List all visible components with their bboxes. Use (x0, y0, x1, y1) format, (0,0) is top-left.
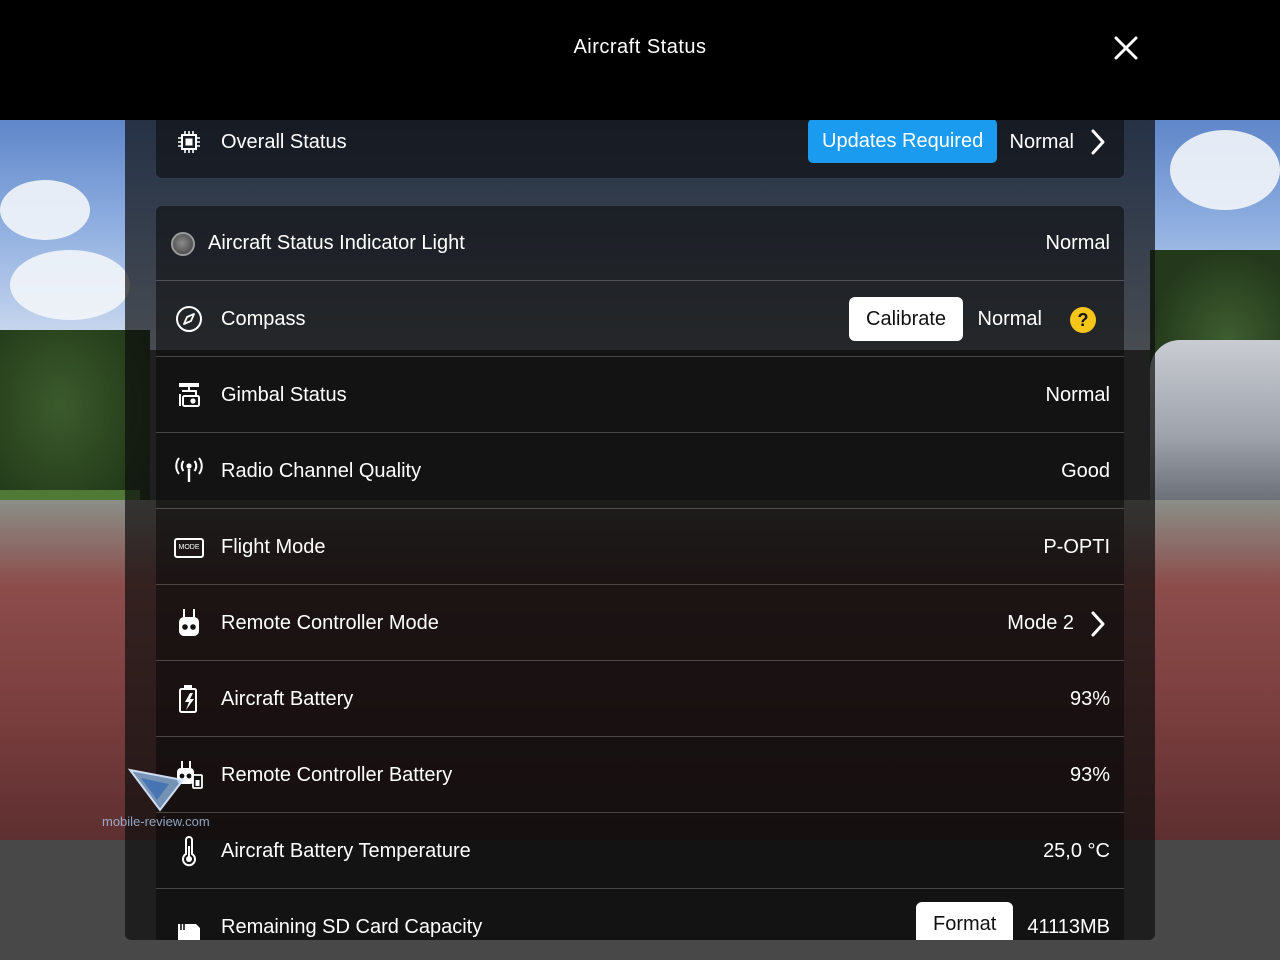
compass-label: Compass (221, 308, 306, 330)
gimbal-label: Gimbal Status (221, 384, 347, 406)
rc-mode-value: Mode 2 (1007, 612, 1074, 634)
updates-required-button[interactable]: Updates Required (808, 119, 998, 163)
header-bar: Aircraft Status (0, 0, 1280, 120)
sd-card-value: 41113MB (1027, 916, 1110, 938)
compass-value: Normal (977, 308, 1042, 330)
list-item-aircraft-battery: Aircraft Battery 93% (156, 662, 1124, 737)
cloud (0, 180, 90, 240)
list-item-sd-card: Remaining SD Card Capacity Format 41113M… (156, 890, 1124, 940)
overall-status-label: Overall Status (221, 131, 347, 153)
watermark-text: mobile-review.com (102, 814, 210, 829)
list-item-flight-mode: MODE Flight Mode P-OPTI (156, 510, 1124, 585)
radio-channel-label: Radio Channel Quality (221, 460, 422, 482)
aircraft-battery-label: Aircraft Battery (221, 688, 354, 710)
help-icon[interactable]: ? (1070, 307, 1096, 333)
radio-channel-value: Good (1061, 460, 1110, 482)
aircraft-battery-value: 93% (1069, 688, 1110, 710)
gimbal-value: Normal (1045, 384, 1110, 406)
list-item-indicator-light: Aircraft Status Indicator Light Normal (156, 206, 1124, 281)
overall-status-value: Normal (1009, 131, 1074, 153)
format-button[interactable]: Format (916, 902, 1014, 940)
sd-card-label: Remaining SD Card Capacity (221, 916, 483, 938)
chevron-right-icon[interactable] (1088, 610, 1108, 638)
cloud (1170, 130, 1280, 210)
indicator-light-value: Normal (1045, 232, 1110, 254)
compass-icon (176, 306, 202, 332)
list-item-gimbal: Gimbal Status Normal (156, 358, 1124, 433)
calibrate-button[interactable]: Calibrate (849, 297, 964, 341)
list-item-rc-battery: Remote Controller Battery 93% (156, 738, 1124, 813)
indicator-light-icon (171, 232, 195, 256)
list-item-compass: Compass Calibrate Normal ? (156, 282, 1124, 357)
remote-controller-icon (179, 609, 199, 636)
close-icon (1114, 36, 1138, 60)
list-item-radio-channel: Radio Channel Quality Good (156, 434, 1124, 509)
thermometer-icon (182, 836, 196, 867)
chip-icon (178, 131, 200, 153)
battery-temperature-label: Aircraft Battery Temperature (221, 840, 471, 862)
cloud (10, 250, 130, 320)
close-button[interactable] (1110, 32, 1142, 64)
battery-temperature-value: 25,0 °C (1043, 840, 1110, 862)
flight-mode-value: P-OPTI (1043, 536, 1110, 558)
page-title: Aircraft Status (573, 36, 707, 58)
flight-mode-label: Flight Mode (221, 536, 326, 558)
mode-icon: MODE (174, 538, 204, 558)
parked-car (1150, 340, 1280, 500)
status-panel: Overall Status Updates Required Normal A… (125, 60, 1155, 940)
list-item-rc-mode[interactable]: Remote Controller Mode Mode 2 (156, 586, 1124, 661)
sd-card-icon (178, 924, 200, 940)
overall-status-row[interactable]: Overall Status Updates Required Normal (156, 119, 1124, 178)
signal-icon (175, 457, 203, 482)
status-list: Aircraft Status Indicator Light Normal C… (156, 206, 1124, 940)
rc-battery-value: 93% (1069, 764, 1110, 786)
rc-battery-label: Remote Controller Battery (221, 764, 453, 786)
list-item-battery-temperature: Aircraft Battery Temperature 25,0 °C (156, 814, 1124, 889)
battery-icon (179, 685, 197, 713)
chevron-right-icon[interactable] (1088, 128, 1108, 156)
indicator-light-label: Aircraft Status Indicator Light (208, 232, 465, 254)
gimbal-icon (179, 383, 200, 407)
overall-status-card: Overall Status Updates Required Normal (156, 119, 1124, 178)
rc-mode-label: Remote Controller Mode (221, 612, 439, 634)
